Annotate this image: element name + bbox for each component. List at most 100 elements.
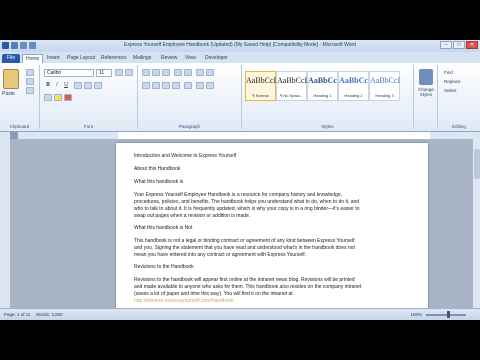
- italic-button[interactable]: I: [53, 81, 61, 89]
- bold-button[interactable]: B: [44, 81, 52, 89]
- justify-icon[interactable]: [172, 82, 180, 89]
- style-sample: AaBbCc: [308, 76, 337, 85]
- zoom-slider[interactable]: [426, 314, 466, 316]
- style-heading-3[interactable]: AaBbCcI Heading 3: [369, 71, 400, 101]
- tab-insert[interactable]: Insert: [44, 54, 63, 63]
- style-normal[interactable]: AaBbCcI ¶ Normal: [245, 71, 276, 101]
- change-styles-group: Change Styles: [414, 65, 438, 129]
- document-page[interactable]: Introduction and Welcome to Express Your…: [116, 143, 428, 320]
- subscript-icon[interactable]: [84, 82, 92, 89]
- scrollbar-thumb[interactable]: [474, 149, 480, 179]
- document-canvas: Introduction and Welcome to Express Your…: [10, 139, 480, 320]
- styles-group: AaBbCcI ¶ Normal AaBbCcI ¶ No Spaci... A…: [242, 65, 414, 129]
- font-color-icon[interactable]: [64, 94, 72, 101]
- tab-home[interactable]: Home: [22, 54, 44, 63]
- page-count[interactable]: Page: 1 of 11: [4, 312, 30, 317]
- sort-icon[interactable]: [196, 69, 204, 76]
- font-family-select[interactable]: Calibri: [44, 69, 94, 77]
- editing-group: Find Replace Select Editing: [438, 65, 480, 129]
- highlight-icon[interactable]: [54, 94, 62, 101]
- grow-font-icon[interactable]: [115, 69, 123, 76]
- document-heading[interactable]: About this Handbook: [134, 166, 414, 173]
- window-title: Express Yourself Employee Handbook (Upda…: [124, 42, 356, 48]
- paste-icon[interactable]: [3, 69, 19, 89]
- decrease-indent-icon[interactable]: [174, 69, 182, 76]
- clipboard-group-label: Clipboard: [9, 124, 30, 129]
- styles-group-label: Styles: [321, 124, 334, 129]
- document-paragraph-line[interactable]: Your Express Yourself Employee Handbook …: [134, 192, 414, 199]
- close-button[interactable]: ✕: [466, 41, 478, 49]
- ruler-text-area: [118, 132, 430, 139]
- paste-button[interactable]: Paste: [2, 91, 15, 97]
- document-heading[interactable]: What this handbook is Not: [134, 225, 414, 232]
- editing-group-label: Editing: [452, 124, 466, 129]
- show-formatting-icon[interactable]: [206, 69, 214, 76]
- format-painter-icon[interactable]: [26, 87, 34, 94]
- tab-references[interactable]: References: [98, 54, 130, 63]
- vertical-scrollbar[interactable]: [472, 139, 480, 308]
- copy-icon[interactable]: [26, 78, 34, 85]
- tab-review[interactable]: Review: [158, 54, 180, 63]
- shading-icon[interactable]: [196, 82, 204, 89]
- document-paragraph-line[interactable]: This handbook is not a legal or binding …: [134, 238, 414, 245]
- maximize-button[interactable]: □: [453, 41, 465, 49]
- document-paragraph-line[interactable]: mean you have entered into any contract …: [134, 252, 414, 259]
- align-center-icon[interactable]: [152, 82, 160, 89]
- status-bar: Page: 1 of 11 Words: 3,800 100%: [0, 308, 480, 320]
- document-paragraph-line[interactable]: swap out pages when a revision or additi…: [134, 213, 414, 220]
- document-paragraph-line[interactable]: (saves a lot of paper and time this way)…: [134, 291, 414, 298]
- document-paragraph-line[interactable]: who to talk to about it. It is frequentl…: [134, 206, 414, 213]
- document-heading[interactable]: Introduction and Welcome to Express Your…: [134, 153, 414, 160]
- word-count[interactable]: Words: 3,800: [36, 312, 63, 317]
- increase-indent-icon[interactable]: [184, 69, 192, 76]
- tab-page-layout[interactable]: Page Layout: [64, 54, 98, 63]
- document-heading[interactable]: What this handbook is: [134, 179, 414, 186]
- style-sample: AaBbCcI: [246, 76, 277, 85]
- font-group: Calibri 11 B I U Font: [40, 65, 138, 129]
- font-size-select[interactable]: 11: [96, 69, 112, 77]
- document-heading[interactable]: Revisions to the Handbook: [134, 264, 414, 271]
- multilevel-list-icon[interactable]: [162, 69, 170, 76]
- vertical-ruler[interactable]: [0, 132, 10, 308]
- document-paragraph-line[interactable]: and made available to anyone who asks fo…: [134, 284, 414, 291]
- tab-view[interactable]: View: [182, 54, 199, 63]
- style-no-spacing[interactable]: AaBbCcI ¶ No Spaci...: [276, 71, 307, 101]
- line-spacing-icon[interactable]: [184, 82, 192, 89]
- borders-icon[interactable]: [206, 82, 214, 89]
- zoom-slider-knob[interactable]: [447, 311, 450, 318]
- strikethrough-icon[interactable]: [74, 82, 82, 89]
- style-name: Heading 3: [375, 93, 394, 98]
- find-button[interactable]: Find: [444, 70, 453, 75]
- align-left-icon[interactable]: [142, 82, 150, 89]
- select-button[interactable]: Select: [444, 88, 457, 93]
- document-paragraph-line[interactable]: and you. Signing the statement that you …: [134, 245, 414, 252]
- style-sample: AaBbCc: [339, 76, 368, 85]
- cut-icon[interactable]: [26, 69, 34, 76]
- style-name: Heading 2: [344, 93, 363, 98]
- ribbon-home: Paste Clipboard Calibri 11 B I U Font Pa…: [0, 63, 480, 132]
- style-heading-2[interactable]: AaBbCc Heading 2: [338, 71, 369, 101]
- horizontal-ruler[interactable]: [18, 132, 480, 139]
- zoom-level[interactable]: 100%: [410, 312, 422, 317]
- replace-button[interactable]: Replace: [444, 79, 461, 84]
- superscript-icon[interactable]: [94, 82, 102, 89]
- tab-mailings[interactable]: Mailings: [130, 54, 154, 63]
- handbook-link[interactable]: http://intranet.expressyourself.com/hand…: [134, 298, 414, 305]
- numbering-icon[interactable]: [152, 69, 160, 76]
- change-styles-button[interactable]: Change Styles: [414, 87, 438, 97]
- title-bar: Express Yourself Employee Handbook (Upda…: [0, 40, 480, 52]
- tab-file[interactable]: File: [2, 54, 21, 63]
- style-name: ¶ Normal: [252, 93, 269, 98]
- bullets-icon[interactable]: [142, 69, 150, 76]
- text-effects-icon[interactable]: [44, 94, 52, 101]
- tab-developer[interactable]: Developer: [202, 54, 231, 63]
- change-styles-icon[interactable]: [419, 69, 433, 85]
- underline-button[interactable]: U: [62, 81, 70, 89]
- style-heading-1[interactable]: AaBbCc Heading 1: [307, 71, 338, 101]
- document-paragraph-line[interactable]: procedures, policies, and benefits. The …: [134, 199, 414, 206]
- shrink-font-icon[interactable]: [125, 69, 133, 76]
- window-controls: – □ ✕: [440, 41, 478, 49]
- align-right-icon[interactable]: [162, 82, 170, 89]
- minimize-button[interactable]: –: [440, 41, 452, 49]
- document-paragraph-line[interactable]: Revisions to the handbook will appear fi…: [134, 277, 414, 284]
